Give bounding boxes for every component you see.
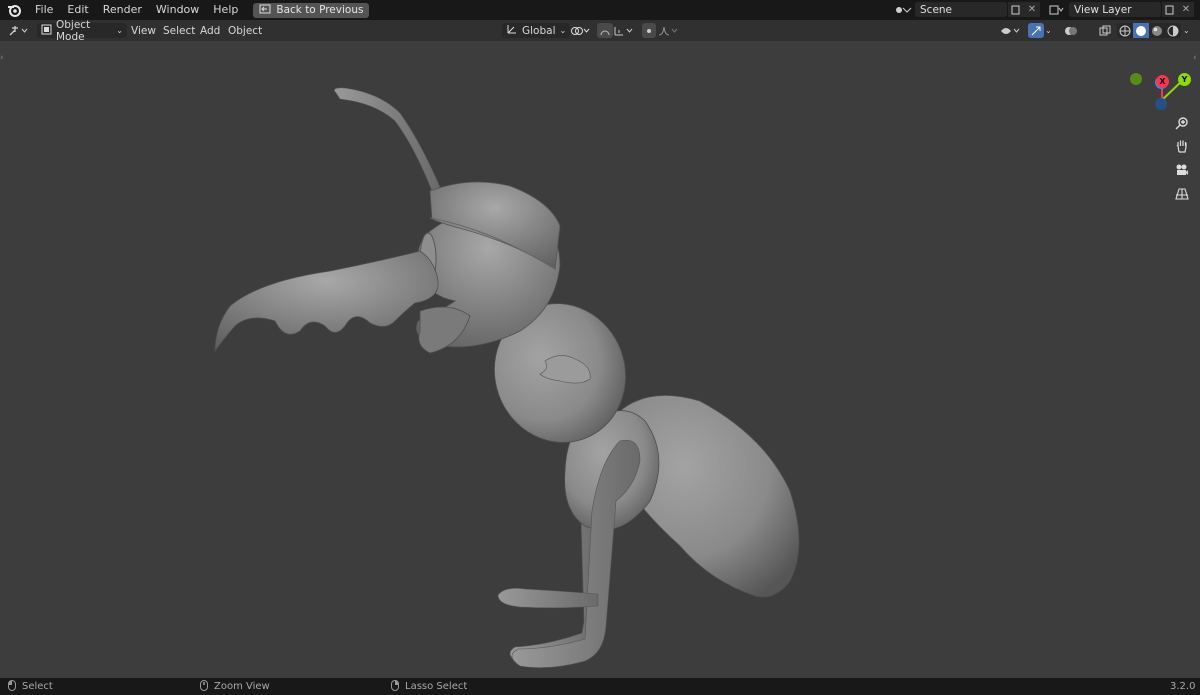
gizmo-dropdown-icon[interactable]: ⌄ [1045,23,1055,38]
pan-hand-icon[interactable] [1171,135,1193,157]
status-zoom: Zoom View [200,678,270,695]
overlays-icon[interactable] [1062,23,1080,38]
delete-scene-icon[interactable]: ✕ [1024,2,1040,17]
gizmo-neg-z-axis[interactable] [1155,98,1167,110]
mode-label: Object Mode [56,18,91,43]
header-menu-add[interactable]: Add [200,23,220,38]
orientation-label: Global [522,24,556,37]
zoom-icon[interactable] [1171,112,1193,134]
view-layer-field[interactable]: View Layer [1069,2,1161,17]
falloff-icon[interactable] [658,23,682,38]
editor-type-icon[interactable] [8,23,32,38]
gizmo-y-axis[interactable]: Y [1178,73,1191,86]
snout [214,250,439,353]
back-arrow-icon [259,4,271,17]
header-menu-view[interactable]: View [131,23,156,38]
scene-name: Scene [920,3,953,16]
status-bar: Select Zoom View Lasso Select 3.2.0 [0,678,1200,695]
top-menu-bar: File Edit Render Window Help Back to Pre… [0,0,1200,20]
header-menu-select[interactable]: Select [163,23,195,38]
mode-dropdown[interactable]: Object Mode ⌄ [37,19,127,43]
menu-window[interactable]: Window [149,0,206,20]
status-zoom-label: Zoom View [214,681,270,692]
orientation-axes-icon [506,23,518,38]
status-select: Select [8,678,53,695]
pivot-point-icon[interactable] [570,23,594,38]
gizmo-x-axis[interactable]: X [1156,75,1169,88]
delete-view-layer-icon[interactable]: ✕ [1178,2,1194,17]
menu-help[interactable]: Help [206,0,245,20]
new-view-layer-icon[interactable] [1162,2,1178,17]
menu-file[interactable]: File [28,0,60,20]
solid-shading-icon[interactable] [1133,23,1149,38]
view-layer-icon[interactable] [1046,2,1068,17]
chevron-down-icon: ⌄ [559,26,567,35]
back-to-previous-button[interactable]: Back to Previous [253,2,370,18]
status-lasso: Lasso Select [391,678,467,695]
rendered-shading-icon[interactable] [1165,23,1181,38]
snap-target-icon[interactable] [613,23,637,38]
snap-icon[interactable] [597,23,613,38]
scene-field[interactable]: Scene [915,2,1007,17]
ant-character-model[interactable] [0,41,1200,678]
menu-render[interactable]: Render [96,0,149,20]
3d-viewport[interactable]: › ‹ Y X [0,41,1200,678]
gizmo-neg-y-axis[interactable] [1130,73,1142,85]
perspective-toggle-icon[interactable] [1171,183,1193,205]
viewport-header: Object Mode ⌄ View Select Add Object Glo… [0,19,1200,43]
menu-edit[interactable]: Edit [60,0,95,20]
object-mode-icon [41,24,52,38]
xray-icon[interactable] [1098,23,1112,38]
camera-view-icon[interactable] [1171,159,1193,181]
chevron-down-icon: ⌄ [116,26,123,35]
mouse-middle-icon [200,679,208,694]
transform-orientation-dropdown[interactable]: Global ⌄ [502,23,570,38]
shading-dropdown-icon[interactable]: ⌄ [1183,23,1193,38]
wireframe-shading-icon[interactable] [1117,23,1133,38]
material-shading-icon[interactable] [1149,23,1165,38]
status-lasso-label: Lasso Select [405,681,468,692]
view-layer-name: View Layer [1074,3,1132,16]
mouse-right-icon [391,679,399,694]
blender-logo-icon[interactable] [0,4,28,17]
mouse-left-icon [8,679,16,694]
scene-icon[interactable] [892,2,914,17]
status-select-label: Select [22,681,53,692]
proportional-editing-icon[interactable] [642,23,656,38]
visibility-icon[interactable] [1000,23,1024,38]
gizmo-toggle-icon[interactable] [1028,23,1044,38]
version-label: 3.2.0 [1170,681,1196,692]
antenna [334,87,441,192]
back-to-previous-label: Back to Previous [276,4,364,16]
header-menu-object[interactable]: Object [228,23,262,38]
new-scene-icon[interactable] [1008,2,1024,17]
